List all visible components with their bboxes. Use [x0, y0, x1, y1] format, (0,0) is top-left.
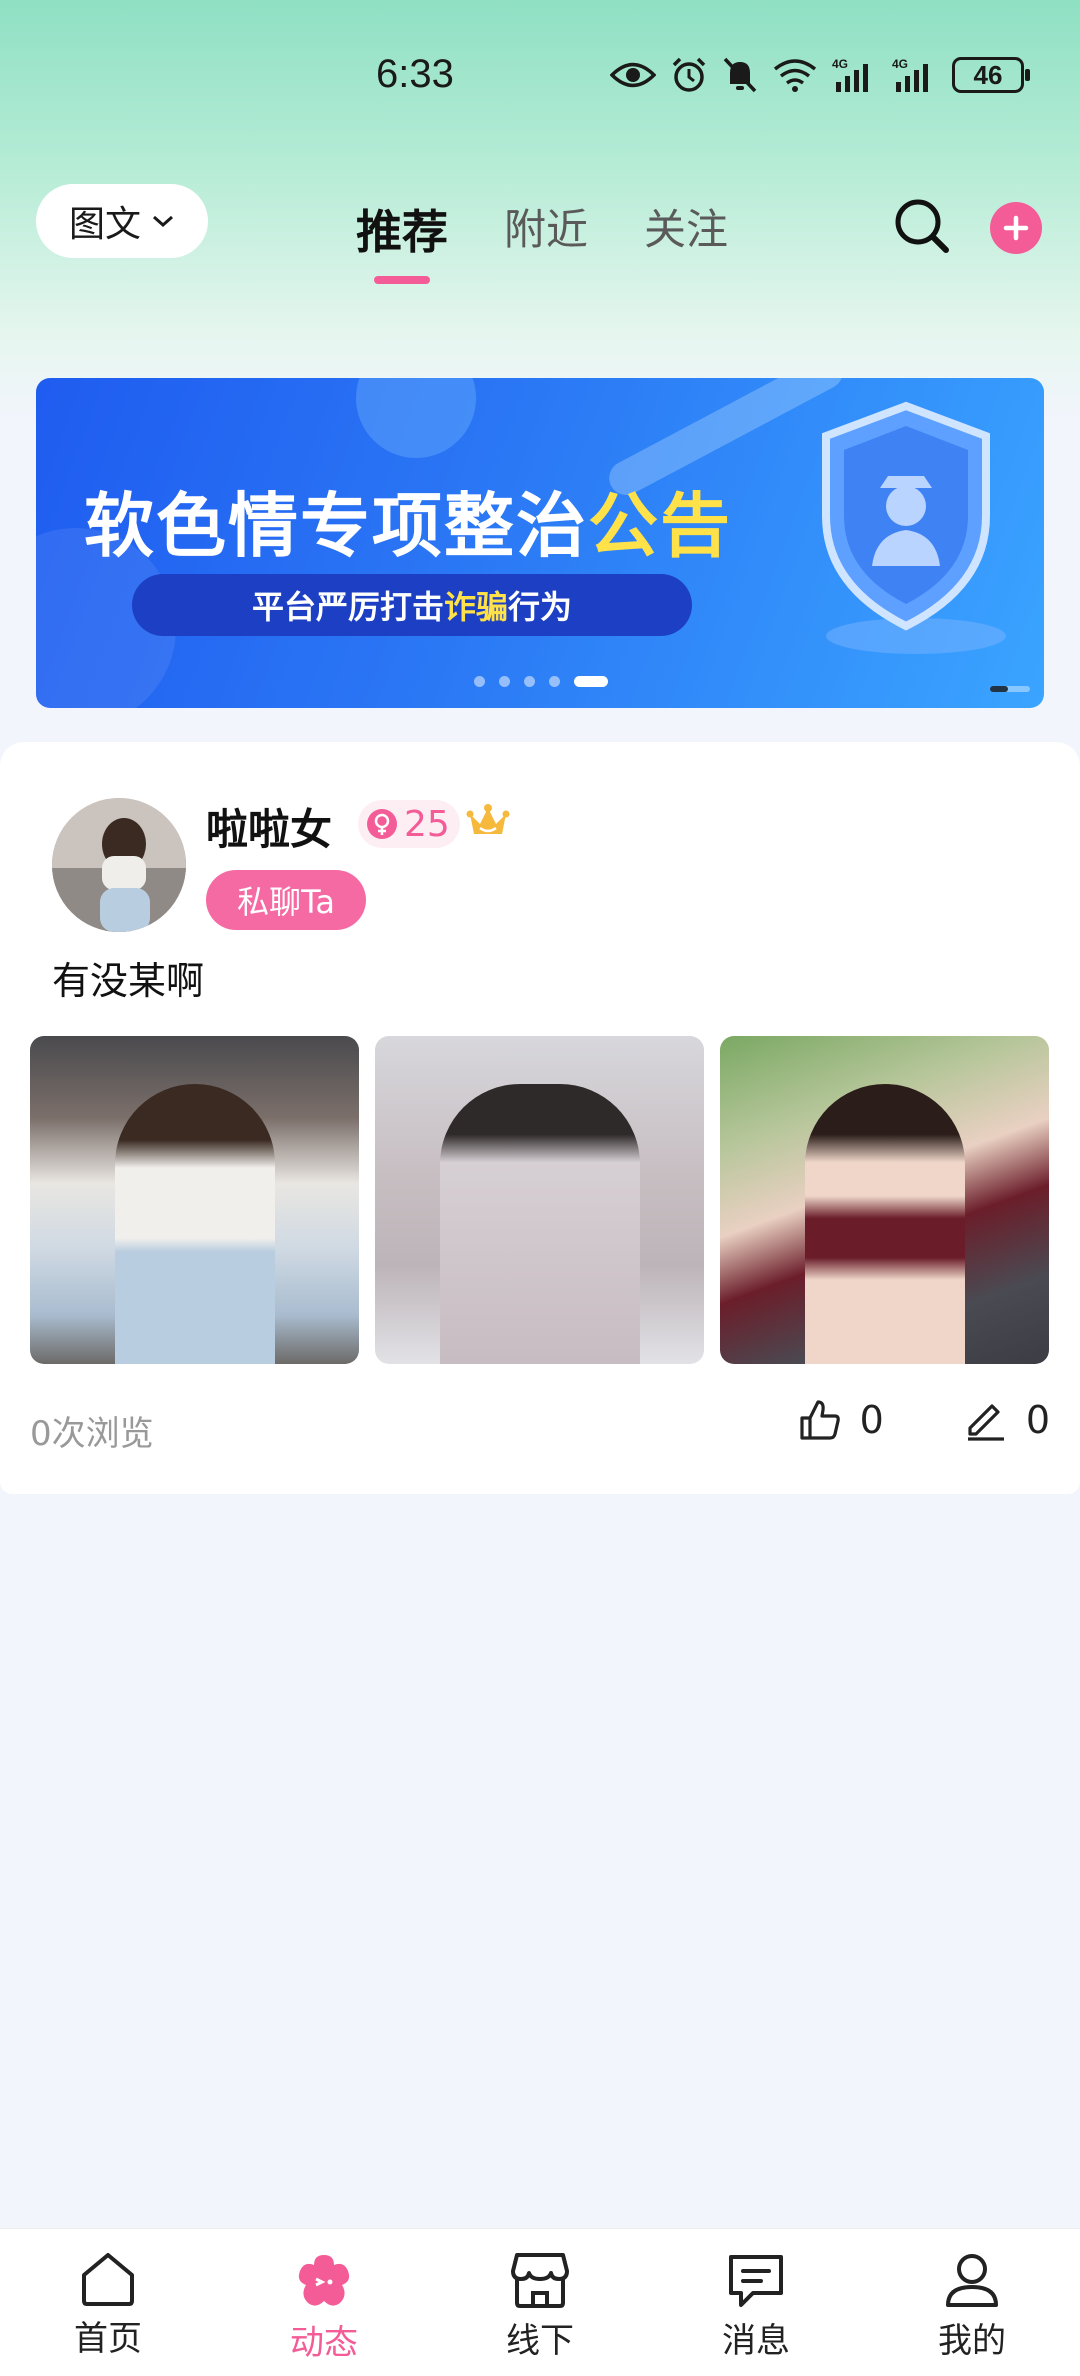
vip-crown-icon: [466, 804, 510, 834]
status-icons: 4G 4G 46: [610, 56, 1030, 94]
nav-item-offline[interactable]: 线下: [465, 2251, 615, 2362]
tab-recommend[interactable]: 推荐: [356, 196, 448, 284]
mute-icon: [723, 57, 757, 93]
tab-active-indicator: [374, 276, 430, 284]
nav-label: 消息: [722, 2321, 790, 2361]
mode-select-label: 图文: [68, 204, 141, 245]
home-icon: [82, 2253, 134, 2306]
view-count: 0次浏览: [30, 1414, 154, 1454]
pagination-dot-active[interactable]: [574, 676, 608, 687]
pagination-dot[interactable]: [499, 676, 510, 687]
nav-item-home[interactable]: 首页: [33, 2251, 183, 2360]
flower-icon: [298, 2255, 350, 2306]
mode-select-dropdown[interactable]: 图文: [36, 184, 208, 258]
banner-subtitle: 平台严厉打击 诈骗 行为: [132, 574, 692, 636]
add-post-button[interactable]: [990, 202, 1042, 254]
bottom-navigation: 首页 动态 线下 消息 我的: [0, 2228, 1080, 2376]
nav-item-messages[interactable]: 消息: [681, 2251, 831, 2362]
thumbs-up-icon: [800, 1400, 840, 1440]
post-photo[interactable]: [375, 1036, 704, 1364]
banner-pagination: [474, 676, 608, 687]
private-chat-button[interactable]: 私聊Ta: [206, 870, 366, 930]
signal-icon: 4G: [832, 57, 868, 92]
age-badge: 25: [358, 800, 460, 848]
tab-following-label: 关注: [644, 205, 729, 254]
photo-subject: [804, 1084, 965, 1364]
avatar[interactable]: [52, 798, 186, 932]
tab-nearby[interactable]: 附近: [504, 196, 588, 262]
battery-indicator: 46: [952, 57, 1030, 93]
nav-item-profile[interactable]: 我的: [897, 2251, 1047, 2362]
feed-tabs: 推荐 附近 关注: [356, 196, 728, 284]
female-icon: [367, 809, 397, 839]
profile-icon: [946, 2254, 998, 2307]
eye-icon: [610, 62, 656, 88]
post-photo[interactable]: [720, 1036, 1049, 1364]
post-photo[interactable]: [30, 1036, 359, 1364]
signal-icon: 4G: [892, 57, 928, 92]
avatar-image: [52, 798, 186, 932]
tab-nearby-label: 附近: [504, 205, 589, 254]
svg-text:4G: 4G: [832, 57, 848, 71]
tab-recommend-label: 推荐: [356, 205, 448, 259]
edit-icon: [967, 1404, 1004, 1441]
age-value: 25: [404, 803, 450, 845]
alarm-icon: [672, 57, 706, 92]
status-bar: 6:33 4G 4G 46: [0, 0, 1080, 160]
pagination-dot[interactable]: [549, 676, 560, 687]
tab-following[interactable]: 关注: [644, 196, 728, 262]
post-photo-grid: [30, 1036, 1049, 1364]
photo-subject: [439, 1084, 640, 1364]
post-stats: 0 0: [798, 1398, 1050, 1442]
store-icon: [511, 2253, 569, 2308]
banner-scroll-indicator: [990, 686, 1030, 692]
search-icon[interactable]: [892, 196, 952, 256]
photo-subject: [114, 1084, 275, 1364]
pagination-dot[interactable]: [524, 676, 535, 687]
announcement-banner[interactable]: 软色情专项整治公告 平台严厉打击 诈骗 行为: [36, 378, 1044, 708]
chevron-down-icon: [153, 215, 173, 228]
message-icon: [729, 2255, 783, 2307]
banner-title: 软色情专项整治公告: [84, 485, 732, 567]
plus-icon: [1003, 215, 1029, 241]
banner-decoration: [356, 378, 476, 458]
like-button[interactable]: 0: [798, 1398, 884, 1442]
pagination-dot[interactable]: [474, 676, 485, 687]
nav-label: 动态: [290, 2323, 358, 2363]
like-count: 0: [859, 1398, 884, 1442]
post-text: 有没某啊: [52, 959, 205, 1003]
comment-count: 0: [1025, 1398, 1050, 1442]
police-shield-icon: [822, 401, 1006, 654]
status-time: 6:33: [376, 52, 454, 96]
post-username[interactable]: 啦啦女: [206, 796, 332, 857]
wifi-icon: [773, 59, 817, 92]
nav-label: 线下: [506, 2321, 574, 2361]
nav-item-feed[interactable]: 动态: [249, 2251, 399, 2364]
post-card[interactable]: 啦啦女 25 私聊Ta 有没某啊 0次浏览 0 0: [0, 742, 1080, 1494]
nav-label: 首页: [74, 2319, 142, 2359]
comment-button[interactable]: 0: [964, 1398, 1050, 1442]
nav-label: 我的: [938, 2321, 1006, 2361]
svg-text:4G: 4G: [892, 57, 908, 71]
